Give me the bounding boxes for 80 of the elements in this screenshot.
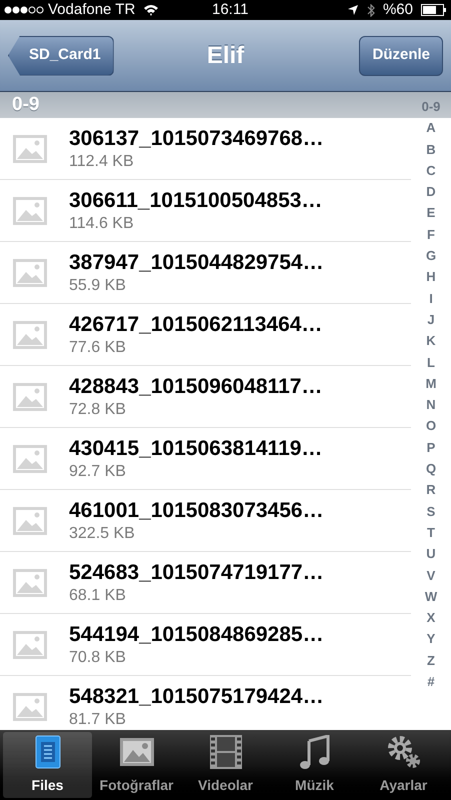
music-note-icon [300,735,330,769]
index-letter[interactable]: B [426,138,436,160]
index-letter[interactable]: K [426,330,436,352]
status-time: 16:11 [212,0,248,20]
index-letter[interactable]: P [426,436,436,458]
image-icon [13,630,47,658]
file-size: 322.5 KB [69,524,136,544]
index-letter[interactable]: C [426,160,436,182]
index-letter[interactable]: U [426,543,436,565]
tab[interactable]: Ayarlar [359,732,448,798]
film-icon [210,735,242,769]
index-letter[interactable]: E [426,202,436,224]
image-icon [13,568,47,596]
index-letter[interactable]: Y [426,628,436,650]
file-size: 77.6 KB [69,338,127,358]
tab[interactable]: Files [3,732,92,798]
battery-icon [421,4,447,16]
tab[interactable]: Videolar [181,732,270,798]
file-size: 72.8 KB [69,400,127,420]
file-name: 426717_1015062113464… [69,312,322,338]
file-name: 461001_1015083073456… [69,498,324,524]
index-letter[interactable]: Q [426,458,436,480]
screen-title: Elif [206,40,244,70]
image-icon [13,134,47,162]
file-size: 92.7 KB [69,462,127,482]
index-letter[interactable]: J [427,308,435,330]
back-button[interactable]: SD_Card1 [8,36,114,76]
index-letter[interactable]: V [426,564,436,586]
file-name: 544194_1015084869285… [69,622,324,648]
image-icon [13,320,47,348]
index-letter[interactable]: M [426,372,436,394]
file-name: 306137_1015073469768… [69,126,324,152]
index-letter[interactable]: L [427,352,435,373]
image-icon [120,738,154,766]
file-size: 112.4 KB [69,152,135,172]
gears-icon [386,735,420,769]
file-size: 68.1 KB [69,586,127,606]
image-icon [13,382,47,410]
file-name: 428843_1015096048117… [69,374,322,400]
battery-percent: %60 [382,0,413,20]
index-letter[interactable]: N [426,394,436,416]
file-size: 70.8 KB [69,648,127,668]
image-icon [13,444,47,472]
file-size: 114.6 KB [69,214,135,234]
index-letter[interactable]: X [426,607,436,628]
image-icon [13,258,47,286]
file-name: 306611_1015100504853… [69,188,322,214]
index-letter[interactable]: O [426,415,436,437]
image-icon [13,692,47,720]
index-letter[interactable]: I [429,288,433,309]
wifi-icon [143,4,160,16]
file-size: 81.7 KB [69,710,127,730]
tab[interactable]: Fotoğraflar [92,732,181,798]
file-name: 430415_1015063814119… [69,436,322,462]
image-icon [13,196,47,224]
index-letter[interactable]: F [427,224,435,246]
index-letter[interactable]: H [426,266,436,288]
signal-icon [4,6,44,14]
index-letter[interactable]: # [427,671,435,692]
file-name: 387947_1015044829754… [69,250,324,276]
document-icon [34,735,60,769]
tab[interactable]: Müzik [270,732,359,798]
index-letter[interactable]: W [424,586,438,608]
index-letter[interactable]: 0-9 [422,96,440,118]
file-name: 524683_1015074719177… [69,560,324,586]
location-icon [346,4,359,16]
section-header: 0-9 [12,92,40,117]
index-letter[interactable]: S [426,500,436,522]
index-letter[interactable]: D [426,181,436,202]
carrier-name: Vodafone TR [48,0,136,20]
file-name: 548321_1015075179424… [69,684,324,710]
index-letter[interactable]: G [426,245,436,266]
image-icon [13,506,47,534]
index-letter[interactable]: Z [427,650,435,672]
edit-button[interactable]: Düzenle [359,36,443,76]
index-letter[interactable]: R [426,479,436,501]
index-letter[interactable]: A [426,117,436,139]
index-letter[interactable]: T [427,522,435,544]
bluetooth-icon [366,4,375,16]
file-size: 55.9 KB [69,276,127,296]
